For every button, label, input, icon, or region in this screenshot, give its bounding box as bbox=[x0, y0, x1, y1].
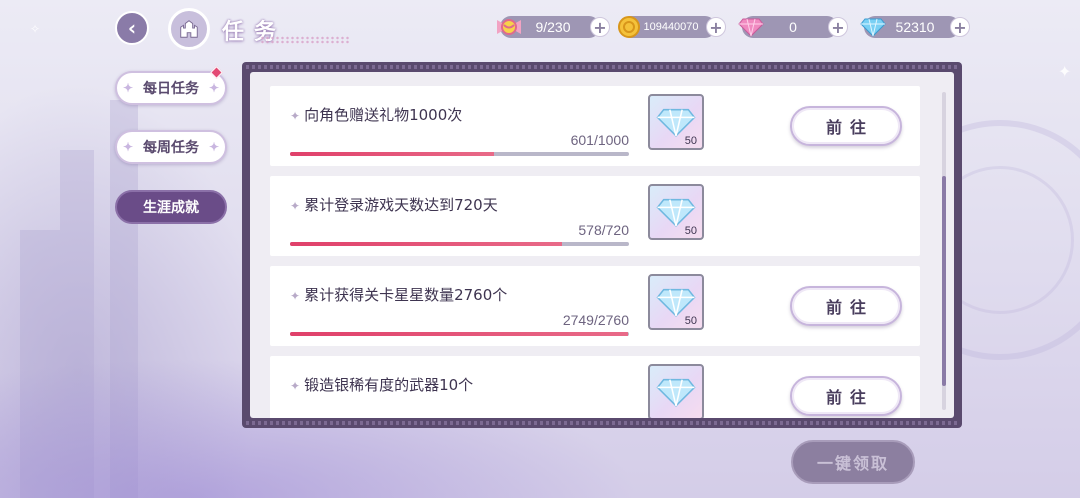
task-name-text: 累计登录游戏天数达到720天 bbox=[304, 196, 498, 214]
sparkle-icon: ✦ bbox=[290, 289, 301, 303]
castle-home-icon bbox=[180, 20, 198, 38]
task-progress-text: 2749/2760 bbox=[562, 312, 629, 328]
back-arrow-icon: ‹ bbox=[115, 11, 149, 45]
tab-label: 每周任务 bbox=[143, 140, 199, 156]
task-progress-fill bbox=[290, 332, 628, 336]
task-progress-text: 578/720 bbox=[578, 222, 629, 238]
sparkle-icon: ✦ bbox=[208, 140, 219, 154]
go-button[interactable]: 前往 bbox=[790, 376, 902, 416]
task-name: ✦ 累计获得关卡星星数量2760个 bbox=[290, 284, 507, 305]
gold-coin-icon bbox=[614, 12, 644, 42]
sparkle-icon: ✦ bbox=[1058, 62, 1072, 81]
notification-badge bbox=[210, 66, 223, 79]
task-name-text: 锻造银稀有度的武器10个 bbox=[304, 376, 474, 394]
pink-diamond-icon bbox=[736, 12, 766, 42]
task-panel-inner[interactable]: ✦ 向角色赠送礼物1000次 601/1000 50 前往 ✦ 累计登录游戏天数达到… bbox=[250, 72, 954, 418]
tab-weekly-tasks[interactable]: ✦ 每周任务 ✦ bbox=[115, 130, 227, 164]
task-progress-text: 601/1000 bbox=[570, 132, 629, 148]
diamond-icon bbox=[656, 198, 696, 227]
back-button[interactable]: ‹ bbox=[110, 8, 154, 48]
scrollbar[interactable] bbox=[942, 92, 946, 410]
task-row: ✦ 累计登录游戏天数达到720天 578/720 50 bbox=[270, 176, 920, 256]
sparkle-icon: ✦ bbox=[290, 379, 301, 393]
task-name: ✦ 向角色赠送礼物1000次 bbox=[290, 104, 462, 125]
go-button[interactable]: 前往 bbox=[790, 286, 902, 326]
diamond-icon bbox=[656, 288, 696, 317]
sparkle-icon: ✦ bbox=[123, 81, 134, 95]
reward-slot[interactable]: 50 bbox=[648, 94, 704, 150]
go-button[interactable]: 前往 bbox=[790, 106, 902, 146]
title-decoration bbox=[260, 36, 350, 44]
task-progress-fill bbox=[290, 152, 494, 156]
task-row: ✦ 累计获得关卡星星数量2760个 2749/2760 50 前往 bbox=[270, 266, 920, 346]
gold-coin-counter: 109440070 + bbox=[618, 16, 726, 38]
sparkle-icon: ✦ bbox=[123, 140, 134, 154]
task-name: ✦ 锻造银稀有度的武器10个 bbox=[290, 374, 473, 395]
tab-label: 每日任务 bbox=[143, 81, 199, 97]
claim-all-button[interactable]: 一键领取 bbox=[791, 440, 915, 484]
tab-label: 生涯成就 bbox=[143, 200, 199, 216]
reward-slot[interactable]: 50 bbox=[648, 274, 704, 330]
reward-quantity: 50 bbox=[684, 315, 697, 327]
task-panel: ✦ 向角色赠送礼物1000次 601/1000 50 前往 ✦ 累计登录游戏天数达到… bbox=[242, 62, 962, 428]
add-blue-diamond-button[interactable]: + bbox=[950, 17, 970, 37]
add-pink-diamond-button[interactable]: + bbox=[828, 17, 848, 37]
task-name-text: 向角色赠送礼物1000次 bbox=[304, 106, 463, 124]
task-progress-bar bbox=[290, 332, 629, 336]
diamond-icon bbox=[656, 108, 696, 137]
task-progress-bar bbox=[290, 242, 629, 246]
task-row: ✦ 锻造银稀有度的武器10个 前往 bbox=[270, 356, 920, 418]
diamond-icon bbox=[656, 378, 696, 407]
scrollbar-thumb[interactable] bbox=[942, 176, 946, 386]
sparkle-icon: ✦ bbox=[208, 81, 219, 95]
add-candy-button[interactable]: + bbox=[590, 17, 610, 37]
blue-diamond-icon bbox=[858, 12, 888, 42]
task-name: ✦ 累计登录游戏天数达到720天 bbox=[290, 194, 498, 215]
blue-diamond-counter: 52310 + bbox=[860, 16, 970, 38]
pink-diamond-counter: 0 + bbox=[738, 16, 848, 38]
candy-icon bbox=[494, 12, 524, 42]
task-row: ✦ 向角色赠送礼物1000次 601/1000 50 前往 bbox=[270, 86, 920, 166]
candy-stamina-counter: 9/230 + bbox=[497, 16, 610, 38]
home-button[interactable] bbox=[168, 8, 210, 50]
reward-slot[interactable]: 50 bbox=[648, 184, 704, 240]
task-list: ✦ 向角色赠送礼物1000次 601/1000 50 前往 ✦ 累计登录游戏天数达到… bbox=[270, 86, 920, 418]
add-gold-button[interactable]: + bbox=[706, 17, 726, 37]
tab-career-achievements[interactable]: 生涯成就 bbox=[115, 190, 227, 224]
tab-daily-tasks[interactable]: ✦ 每日任务 ✦ bbox=[115, 66, 227, 105]
task-name-text: 累计获得关卡星星数量2760个 bbox=[304, 286, 508, 304]
reward-quantity: 50 bbox=[684, 225, 697, 237]
sparkle-icon: ✧ bbox=[30, 22, 41, 36]
reward-quantity: 50 bbox=[684, 135, 697, 147]
sparkle-icon: ✦ bbox=[290, 109, 301, 123]
task-progress-bar bbox=[290, 152, 629, 156]
sparkle-icon: ✦ bbox=[290, 199, 301, 213]
reward-slot[interactable] bbox=[648, 364, 704, 418]
task-progress-fill bbox=[290, 242, 563, 246]
